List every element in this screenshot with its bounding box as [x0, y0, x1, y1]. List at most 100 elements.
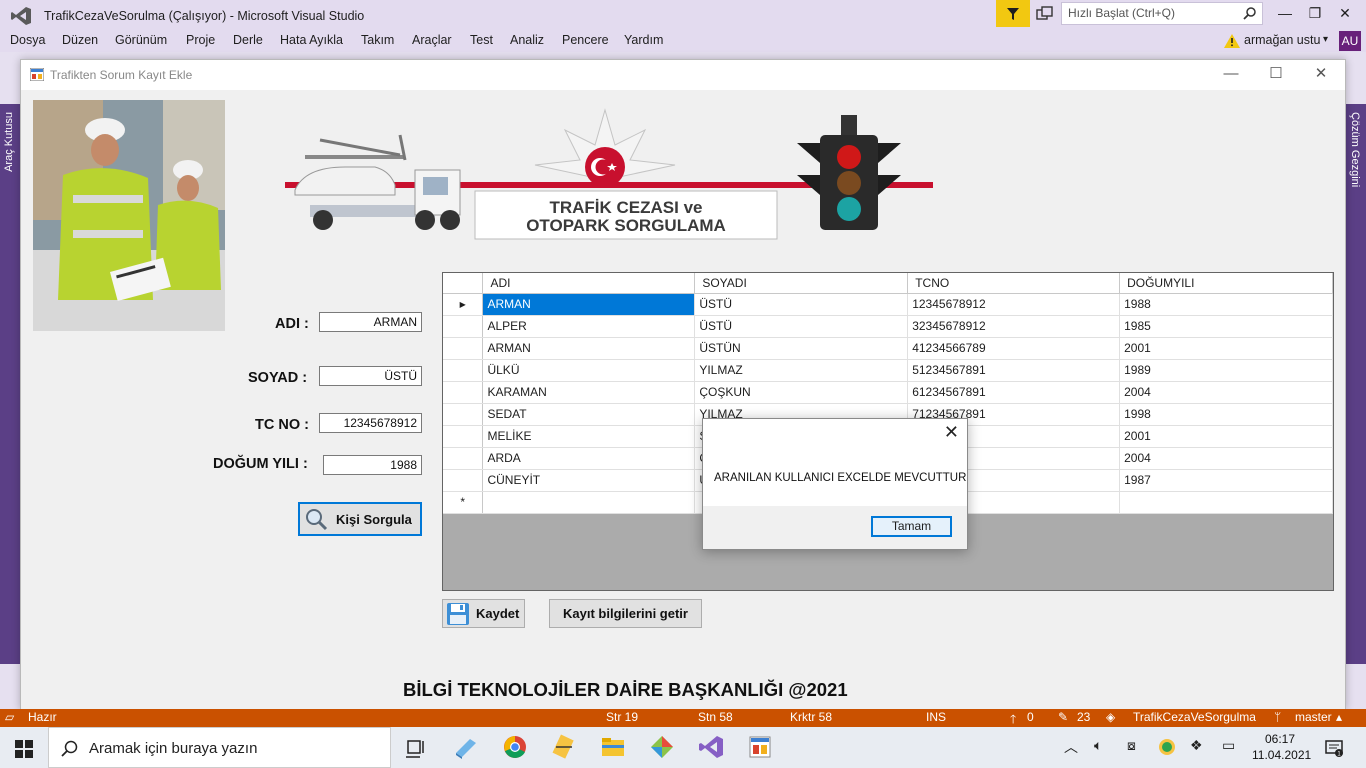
row-header[interactable]: ▶ — [443, 293, 484, 316]
taskbar-clock[interactable]: 06:17 11.04.2021 — [1252, 731, 1311, 763]
tray-chevron-icon[interactable]: ︿ — [1064, 737, 1078, 757]
toolbox-side-tab[interactable]: Araç Kutusu — [0, 104, 20, 664]
cell-dogumyili[interactable]: 1988 — [1119, 293, 1333, 316]
menu-pencere[interactable]: Pencere — [562, 33, 609, 47]
menu-takim[interactable]: Takım — [361, 33, 394, 47]
cell-adi[interactable]: ARMAN — [482, 337, 696, 360]
menu-gorunum[interactable]: Görünüm — [115, 33, 167, 47]
windows-start-icon[interactable] — [15, 740, 33, 758]
cell-adi[interactable]: MELİKE — [482, 425, 696, 448]
row-header[interactable] — [443, 447, 484, 470]
output-icon[interactable]: ▱ — [5, 710, 14, 724]
cell-tcno[interactable]: 51234567891 — [907, 359, 1121, 382]
dropbox-icon[interactable]: ❖ — [1190, 737, 1203, 754]
solution-explorer-side-tab[interactable]: Çözüm Gezgini — [1346, 104, 1366, 664]
cell-dogumyili[interactable]: 2001 — [1119, 337, 1333, 360]
cell-dogumyili[interactable]: 1987 — [1119, 469, 1333, 492]
row-header[interactable] — [443, 337, 484, 360]
dogum-yili-textbox[interactable]: 1988 — [323, 455, 422, 475]
menu-analiz[interactable]: Analiz — [510, 33, 544, 47]
cell-soyadi[interactable]: ÜSTÜ — [694, 293, 909, 316]
tray-device-icon[interactable]: ⧇ — [1127, 737, 1136, 754]
menu-duzen[interactable]: Düzen — [62, 33, 98, 47]
chevron-down-icon[interactable]: ▾ — [1323, 34, 1328, 45]
app-icon-1[interactable] — [452, 733, 480, 761]
new-row-cell[interactable] — [482, 491, 696, 514]
cell-adi[interactable]: ÜLKÜ — [482, 359, 696, 382]
row-header[interactable] — [443, 403, 484, 426]
cell-adi[interactable]: ARDA — [482, 447, 696, 470]
cell-adi[interactable]: ALPER — [482, 315, 696, 338]
cell-dogumyili[interactable]: 2001 — [1119, 425, 1333, 448]
cell-dogumyili[interactable]: 1985 — [1119, 315, 1333, 338]
quick-launch-input[interactable]: Hızlı Başlat (Ctrl+Q) — [1061, 2, 1263, 25]
grid-row[interactable]: ARMAN ÜSTÜN 41234566789 2001 — [443, 337, 1333, 360]
task-view-icon[interactable] — [402, 733, 430, 761]
grid-row[interactable]: ÜLKÜ YILMAZ 51234567891 1989 — [443, 359, 1333, 382]
kayit-bilgilerini-getir-button[interactable]: Kayıt bilgilerini getir — [549, 599, 702, 628]
menu-araclar[interactable]: Araçlar — [412, 33, 452, 47]
tc-textbox[interactable]: 12345678912 — [319, 413, 422, 433]
column-header-soyadi[interactable]: SOYADI — [694, 273, 909, 294]
file-explorer-icon[interactable] — [599, 733, 627, 761]
grid-row[interactable]: ALPER ÜSTÜ 32345678912 1985 — [443, 315, 1333, 338]
tray-sync-icon[interactable] — [1158, 738, 1176, 756]
app-icon-5[interactable] — [648, 733, 676, 761]
column-header-tcno[interactable]: TCNO — [907, 273, 1121, 294]
row-header[interactable] — [443, 425, 484, 448]
cell-dogumyili[interactable]: 1989 — [1119, 359, 1333, 382]
feedback-filter-button[interactable] — [996, 0, 1030, 27]
menu-test[interactable]: Test — [470, 33, 493, 47]
column-header-dogumyili[interactable]: DOĞUMYILI — [1119, 273, 1333, 294]
running-app-icon[interactable] — [746, 733, 774, 761]
avatar[interactable]: AU — [1339, 31, 1361, 51]
account-name[interactable]: armağan ustu — [1244, 33, 1320, 47]
grid-row[interactable]: KARAMAN ÇOŞKUN 61234567891 2004 — [443, 381, 1333, 404]
row-header[interactable] — [443, 315, 484, 338]
cell-adi[interactable]: SEDAT — [482, 403, 696, 426]
new-row-cell[interactable] — [1119, 491, 1333, 514]
taskbar-search-box[interactable]: Aramak için buraya yazın — [48, 727, 391, 768]
menu-dosya[interactable]: Dosya — [10, 33, 45, 47]
app-maximize-icon[interactable]: ☐ — [1266, 64, 1286, 84]
restore-icon[interactable]: ❐ — [1303, 5, 1327, 23]
cell-tcno[interactable]: 41234566789 — [907, 337, 1121, 360]
minimize-icon[interactable]: — — [1273, 5, 1297, 23]
menu-hata-ayikla[interactable]: Hata Ayıkla — [280, 33, 343, 47]
column-header-adi[interactable]: ADI — [482, 273, 696, 294]
app-icon-3[interactable] — [550, 733, 578, 761]
branch-menu-icon[interactable]: ▴ — [1336, 710, 1342, 724]
cell-dogumyili[interactable]: 2004 — [1119, 381, 1333, 404]
pencil-icon[interactable]: ✎ — [1058, 710, 1068, 724]
menu-proje[interactable]: Proje — [186, 33, 215, 47]
dialog-close-icon[interactable]: ✕ — [944, 422, 959, 443]
branch-icon[interactable]: ᛘ — [1274, 710, 1281, 724]
cell-adi[interactable]: CÜNEYİT — [482, 469, 696, 492]
row-header[interactable] — [443, 469, 484, 492]
cell-tcno[interactable]: 12345678912 — [907, 293, 1121, 316]
cell-soyadi[interactable]: ÇOŞKUN — [694, 381, 909, 404]
row-header[interactable] — [443, 359, 484, 382]
kaydet-button[interactable]: Kaydet — [442, 599, 525, 628]
cell-soyadi[interactable]: ÜSTÜ — [694, 315, 909, 338]
status-project[interactable]: TrafikCezaVeSorgulma — [1133, 710, 1256, 724]
cell-adi[interactable]: KARAMAN — [482, 381, 696, 404]
cell-tcno[interactable]: 61234567891 — [907, 381, 1121, 404]
chrome-icon[interactable] — [501, 733, 529, 761]
visual-studio-taskbar-icon[interactable] — [697, 733, 725, 761]
notification-icon[interactable]: 1 — [1325, 739, 1343, 757]
cell-soyadi[interactable]: ÜSTÜN — [694, 337, 909, 360]
app-close-icon[interactable]: ✕ — [1311, 64, 1331, 84]
live-share-icon[interactable] — [1036, 5, 1054, 23]
dialog-ok-button[interactable]: Tamam — [871, 516, 952, 537]
soyad-textbox[interactable]: ÜSTÜ — [319, 366, 422, 386]
adi-textbox[interactable]: ARMAN — [319, 312, 422, 332]
cell-dogumyili[interactable]: 2004 — [1119, 447, 1333, 470]
warning-icon[interactable] — [1224, 34, 1240, 48]
repo-icon[interactable]: ◈ — [1106, 710, 1115, 724]
grid-row[interactable]: ▶ ARMAN ÜSTÜ 12345678912 1988 — [443, 293, 1333, 316]
cell-soyadi[interactable]: YILMAZ — [694, 359, 909, 382]
close-icon[interactable]: ✕ — [1333, 5, 1357, 23]
app-minimize-icon[interactable]: — — [1221, 64, 1241, 84]
network-icon[interactable]: ▭ — [1222, 737, 1235, 754]
